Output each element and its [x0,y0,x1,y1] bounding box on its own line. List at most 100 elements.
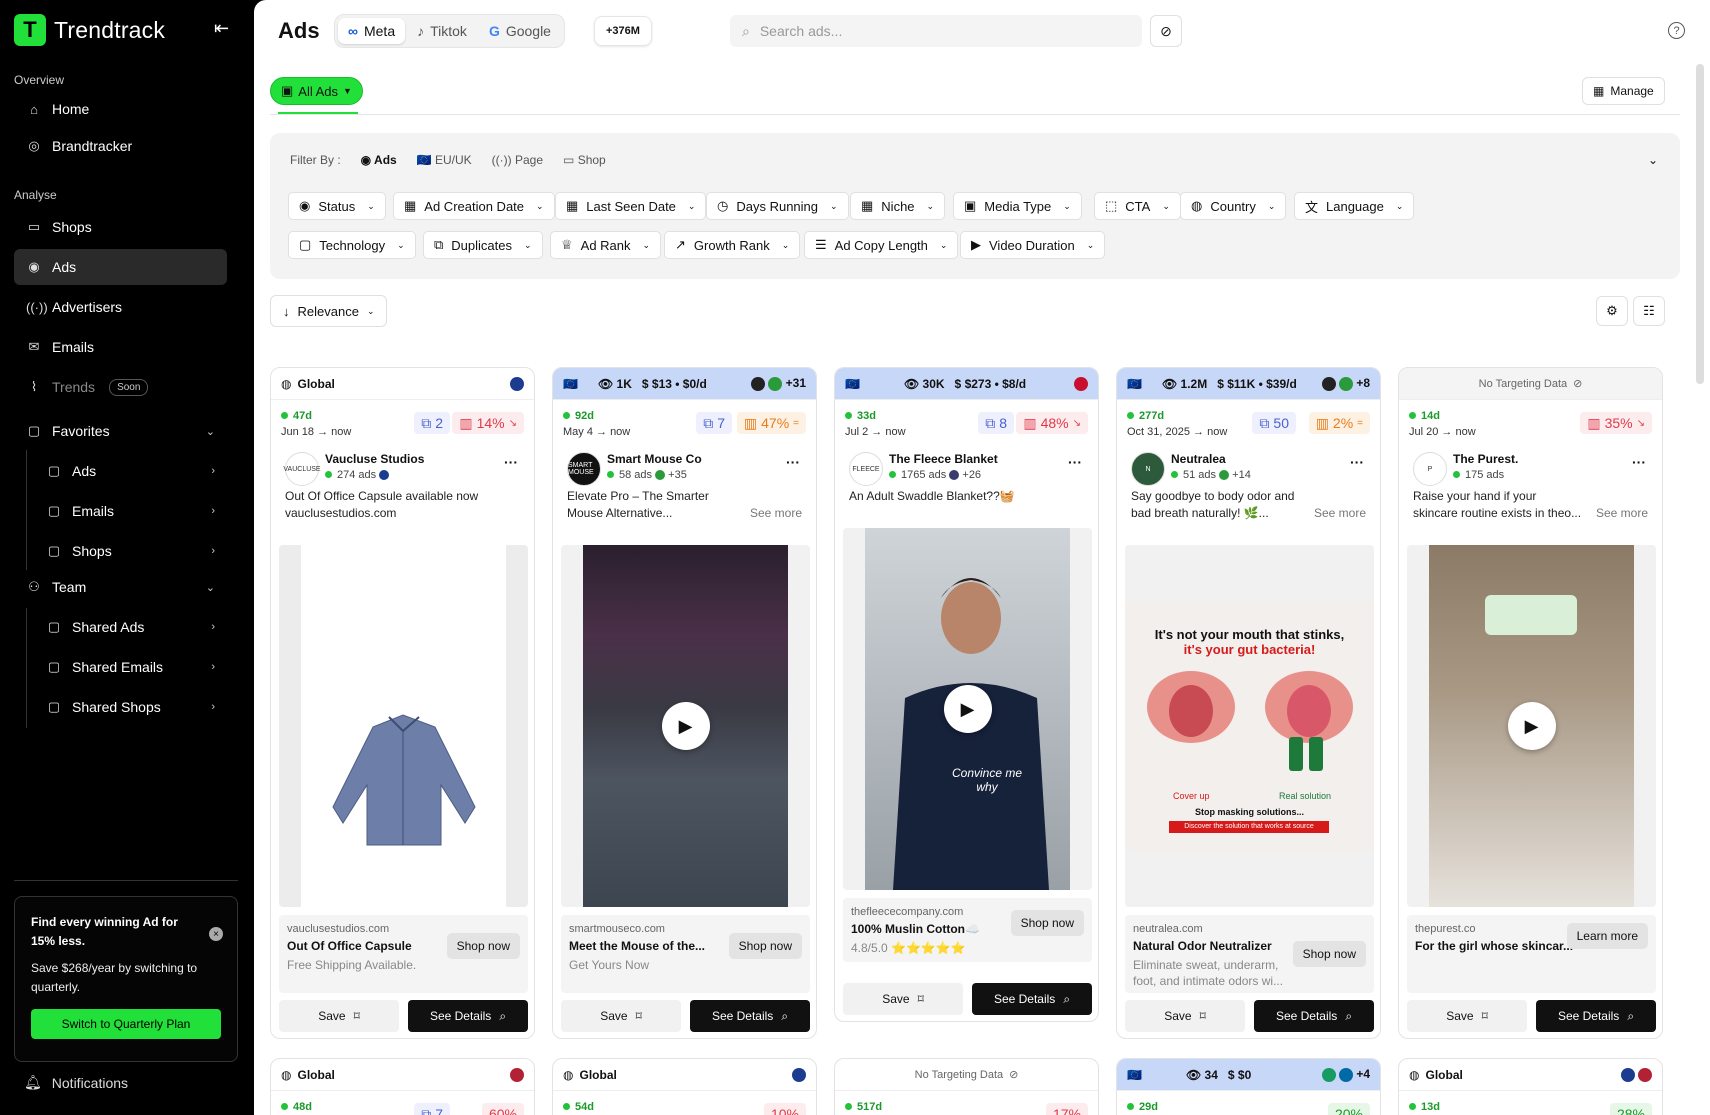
more-options-icon[interactable]: ··· [1350,454,1364,470]
filter-last-seen-date[interactable]: ▦ Last Seen Date ⌄ [555,192,707,220]
sidebar-item-trends[interactable]: ⌇ Trends Soon [14,369,227,405]
cta-button[interactable]: Learn more [1566,923,1648,949]
ad-card[interactable]: 🇪🇺 👁︎ 1K $ $13 • $0/d +31 92d May 4 → now… [552,367,817,1039]
advertiser[interactable]: SMART MOUSE Smart Mouse Co 58 ads +35 ··… [553,444,816,488]
ad-cta-block[interactable]: vauclusestudios.com Out Of Office Capsul… [279,915,528,993]
filter-tab-euuk[interactable]: 🇪🇺 EU/UK [417,153,472,167]
ad-card[interactable]: 🇪🇺 👁︎ 34 $ $0 +4 29d 20% [1116,1058,1381,1115]
filter-niche[interactable]: ▦ Niche ⌄ [850,192,946,220]
sidebar-item-brandtracker[interactable]: ◎ Brandtracker [14,128,227,164]
ad-video[interactable]: ▶ [561,545,810,907]
ad-card[interactable]: ◍ Global 47d Jun 18 → now ⧉ 2 ▥ 14% ↘ VAUCLU… [270,367,535,1039]
more-options-icon[interactable]: ··· [1632,454,1646,470]
sidebar-item-advertisers[interactable]: ((·)) Advertisers [14,289,227,325]
all-ads-button[interactable]: ▣ All Ads ▼ [270,77,363,105]
advertiser-name[interactable]: Neutralea [1171,452,1226,466]
ad-card[interactable]: No Targeting Data ⊘ 517d 17% [834,1058,1099,1115]
tab-tiktok[interactable]: ♪ Tiktok [407,18,477,44]
ad-image[interactable]: It's not your mouth that stinks, it's yo… [1125,545,1374,907]
scrollbar[interactable] [1696,64,1704,384]
filter-cta[interactable]: ⬚ CTA ⌄ [1094,192,1181,220]
notifications-button[interactable]: 🔔︎ Notifications [24,1074,128,1091]
see-more-link[interactable]: See more [1596,505,1648,522]
sidebar-item-emails[interactable]: ✉ Emails [14,329,227,365]
advertiser-name[interactable]: The Fleece Blanket [889,452,998,466]
see-details-button[interactable]: See Details ⌕ [972,983,1092,1015]
filter-tab-ads[interactable]: ◉ Ads [361,153,397,167]
cta-button[interactable]: Shop now [728,933,802,959]
advertiser[interactable]: VAUCLUSE Vaucluse Studios 274 ads ··· [271,444,534,488]
sidebar-item-shared-ads[interactable]: ▢ Shared Ads › [34,609,227,645]
filter-language[interactable]: 文 Language ⌄ [1294,192,1415,220]
sidebar-item-shared-emails[interactable]: ▢ Shared Emails › [34,649,227,685]
ad-cta-block[interactable]: thefleececompany.com 100% Muslin Cotton☁… [843,898,1092,962]
filter-video-duration[interactable]: ▶ Video Duration ⌄ [960,231,1106,259]
sidebar-item-fav-shops[interactable]: ▢ Shops › [34,533,227,569]
more-options-icon[interactable]: ··· [1068,454,1082,470]
play-icon[interactable]: ▶ [661,702,710,750]
ad-cta-block[interactable]: smartmouseco.com Meet the Mouse of the..… [561,915,810,993]
ad-card[interactable]: No Targeting Data ⊘ 14d Jul 20 → now ▥ 35… [1398,367,1663,1039]
sidebar-item-favorites[interactable]: ▢ Favorites ⌄ [14,413,227,449]
close-icon[interactable]: × [209,927,223,941]
advertiser-name[interactable]: Vaucluse Studios [325,452,424,466]
play-icon[interactable]: ▶ [943,685,992,733]
play-icon[interactable]: ▶ [1507,702,1556,750]
filter-ad-copy-length[interactable]: ☰ Ad Copy Length ⌄ [804,231,959,259]
save-button[interactable]: Save ⌑ [279,1000,399,1032]
tab-meta[interactable]: ∞ Meta [338,18,406,44]
more-options-icon[interactable]: ··· [504,454,518,470]
help-icon[interactable]: ? [1668,22,1685,39]
advertiser-name[interactable]: Smart Mouse Co [607,452,702,466]
sidebar-item-shared-shops[interactable]: ▢ Shared Shops › [34,689,227,725]
settings-icon[interactable]: ⚙ [1596,296,1628,326]
ad-card[interactable]: ◍ Global 13d 28% [1398,1058,1663,1115]
ad-cta-block[interactable]: neutralea.com Natural Odor Neutralizer E… [1125,915,1374,993]
ad-video[interactable]: ▶ Convince me why [843,528,1092,890]
filter-duplicates[interactable]: ⧉ Duplicates ⌄ [423,231,543,259]
see-details-button[interactable]: See Details ⌕ [1254,1000,1374,1032]
save-button[interactable]: Save ⌑ [1407,1000,1527,1032]
sort-relevance-button[interactable]: ↓ Relevance ⌄ [270,295,388,327]
ad-image[interactable] [279,545,528,907]
ad-card[interactable]: ◍ Global 54d 10% [552,1058,817,1115]
sidebar-item-ads[interactable]: ◉ Ads [14,249,227,285]
tab-google[interactable]: G Google [479,18,561,44]
chevron-down-icon[interactable]: ⌄ [1648,153,1658,167]
advertiser[interactable]: P The Purest. 175 ads ··· [1399,444,1662,488]
advertiser[interactable]: FLEECE The Fleece Blanket 1765 ads +26 ·… [835,444,1098,488]
brand-logo[interactable]: T Trendtrack [14,14,165,46]
search-input[interactable]: ⌕ Search ads... [730,15,1142,47]
switch-plan-button[interactable]: Switch to Quarterly Plan [31,1009,221,1039]
cta-button[interactable]: Shop now [1292,941,1366,967]
filter-ad-creation-date[interactable]: ▦ Ad Creation Date ⌄ [393,192,555,220]
sidebar-item-team[interactable]: ⚇ Team ⌄ [14,569,227,605]
filter-status[interactable]: ◉ Status ⌄ [288,192,386,220]
ad-card[interactable]: 🇪🇺 👁︎ 30K $ $273 • $8/d 33d Jul 2 → now ⧉… [834,367,1099,1022]
filter-tab-page[interactable]: ((·)) Page [492,153,543,167]
save-button[interactable]: Save ⌑ [843,983,963,1015]
filter-growth-rank[interactable]: ↗ Growth Rank ⌄ [664,231,801,259]
save-button[interactable]: Save ⌑ [561,1000,681,1032]
see-details-button[interactable]: See Details ⌕ [1536,1000,1656,1032]
see-more-link[interactable]: See more [1314,505,1366,522]
filter-tab-shop[interactable]: ▭ Shop [563,153,606,167]
advertiser-name[interactable]: The Purest. [1453,452,1518,466]
more-options-icon[interactable]: ··· [786,454,800,470]
ad-video[interactable]: ▶ [1407,545,1656,907]
manage-button[interactable]: ▦ Manage [1582,77,1665,105]
sliders-icon[interactable]: ☷ [1633,296,1665,326]
see-details-button[interactable]: See Details ⌕ [408,1000,528,1032]
filter-days-running[interactable]: ◷ Days Running ⌄ [706,192,849,220]
save-button[interactable]: Save ⌑ [1125,1000,1245,1032]
collapse-sidebar-icon[interactable]: ⇤ [214,18,238,42]
sidebar-item-fav-ads[interactable]: ▢ Ads › [34,453,227,489]
ad-cta-block[interactable]: thepurest.co For the girl whose skincar.… [1407,915,1656,993]
filter-technology[interactable]: ▢ Technology ⌄ [288,231,416,259]
advertiser[interactable]: N Neutralea 51 ads +14 ··· [1117,444,1380,488]
eye-off-icon[interactable]: ⊘ [1150,15,1182,47]
filter-media-type[interactable]: ▣ Media Type ⌄ [953,192,1082,220]
ad-card[interactable]: 🇪🇺 👁︎ 1.2M $ $11K • $39/d +8 277d Oct 31,… [1116,367,1381,1039]
cta-button[interactable]: Shop now [446,933,520,959]
ad-card[interactable]: ◍ Global 48d ⧉ 7 60% [270,1058,535,1115]
